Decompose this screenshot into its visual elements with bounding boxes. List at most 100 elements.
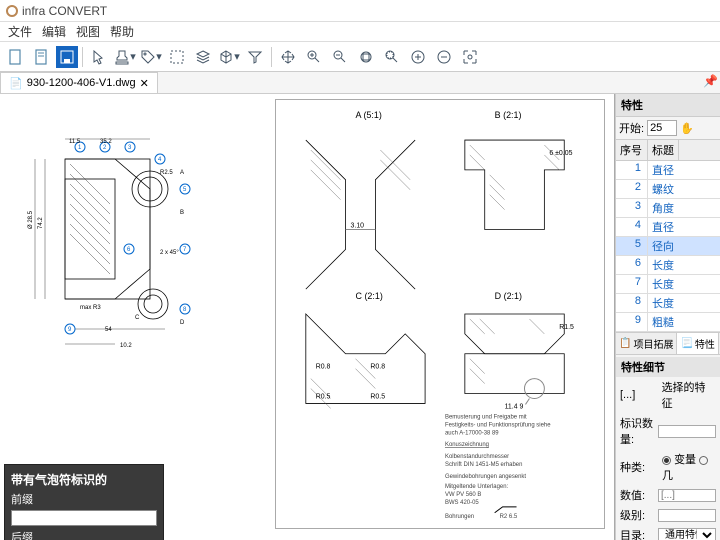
zoom-window-icon[interactable]: [380, 45, 404, 69]
svg-text:B: B: [180, 210, 184, 216]
new-doc-icon[interactable]: [4, 45, 28, 69]
tab-label: 930-1200-406-V1.dwg: [27, 77, 136, 89]
svg-text:6 ±0.05: 6 ±0.05: [549, 150, 572, 157]
svg-text:max R3: max R3: [80, 305, 101, 311]
feature-row[interactable]: 1直径: [616, 161, 720, 180]
panel-tabs: 📋项目拓展 📃特性: [616, 332, 720, 355]
svg-text:Ø 28.5: Ø 28.5: [28, 210, 34, 229]
tag-icon[interactable]: ▾: [139, 45, 163, 69]
svg-text:11.4 9: 11.4 9: [505, 403, 524, 410]
tab-properties[interactable]: 📃特性: [677, 333, 718, 354]
selected-val: 选择的特征: [662, 379, 716, 411]
app-name: infra CONVERT: [22, 4, 107, 18]
menu-help[interactable]: 帮助: [110, 23, 134, 40]
svg-text:C: C: [135, 315, 140, 321]
view3d-icon[interactable]: ▾: [217, 45, 241, 69]
popup-title: 带有气泡符标识的: [11, 471, 157, 488]
kind-label: 种类:: [620, 459, 662, 475]
zoom-extents-icon[interactable]: [458, 45, 482, 69]
balloon-popup: 带有气泡符标识的 前缀 后缀 目录 自动搜索 注释标: 没有注释标: [4, 464, 164, 540]
svg-text:Gewindebohrungen angesenkt: Gewindebohrungen angesenkt: [445, 474, 526, 480]
radio-geom[interactable]: [699, 456, 708, 465]
title-bar: infra CONVERT: [0, 0, 720, 22]
svg-text:11.5: 11.5: [69, 139, 81, 145]
menu-file[interactable]: 文件: [8, 23, 32, 40]
level-input[interactable]: [658, 509, 716, 522]
pointer-icon[interactable]: [87, 45, 111, 69]
value-input[interactable]: [658, 489, 716, 502]
layers-icon[interactable]: [191, 45, 215, 69]
start-input[interactable]: [647, 120, 677, 136]
svg-text:R1.5: R1.5: [559, 324, 574, 331]
app-logo-icon: [6, 5, 18, 17]
open-doc-icon[interactable]: [30, 45, 54, 69]
content-area: 1 2 3 4 5 6 7 8 9 11.535.2 Ø 28.5 74.2 5…: [0, 94, 720, 540]
document-tab[interactable]: 📄 930-1200-406-V1.dwg ✕: [0, 72, 158, 93]
menu-edit[interactable]: 编辑: [42, 23, 66, 40]
detail-a-label: A (5:1): [356, 110, 382, 120]
filter-icon[interactable]: [243, 45, 267, 69]
document-tabs: 📄 930-1200-406-V1.dwg ✕: [0, 72, 720, 94]
stamp-icon[interactable]: ▾: [113, 45, 137, 69]
catalog-select2[interactable]: 通用特性: [658, 528, 716, 540]
count-input[interactable]: [658, 425, 716, 438]
svg-text:Schrift DIN 1451-M5 erhaben: Schrift DIN 1451-M5 erhaben: [445, 462, 522, 468]
pin-icon[interactable]: 📌: [703, 74, 718, 88]
close-tab-icon[interactable]: ✕: [140, 77, 149, 90]
svg-text:74.2: 74.2: [38, 217, 44, 229]
save-icon[interactable]: [56, 46, 78, 68]
feature-row[interactable]: 2螺纹: [616, 180, 720, 199]
svg-text:Kolbenstandurchmesser: Kolbenstandurchmesser: [445, 454, 509, 460]
feature-row[interactable]: 9粗糙: [616, 313, 720, 332]
plus-icon[interactable]: [406, 45, 430, 69]
detail-views: A (5:1) B (2:1) C (2:1) D (2:1) 3.10 6 ±…: [275, 99, 605, 529]
panel-title: 特性: [616, 94, 720, 117]
feature-row[interactable]: 8长度: [616, 294, 720, 313]
svg-text:VW PV 560 B: VW PV 560 B: [445, 492, 481, 498]
tab-project[interactable]: 📋项目拓展: [616, 333, 677, 354]
detail-d-label: D (2:1): [495, 291, 522, 301]
radio-variable[interactable]: [662, 456, 671, 465]
col-num: 序号: [616, 140, 648, 160]
zoom-in-icon[interactable]: [302, 45, 326, 69]
svg-text:3.10: 3.10: [351, 223, 365, 230]
svg-text:2 x 45°: 2 x 45°: [160, 250, 179, 256]
svg-text:R0.8: R0.8: [370, 364, 385, 371]
feature-row[interactable]: 3角度: [616, 199, 720, 218]
hand-icon[interactable]: ✋: [680, 122, 694, 135]
svg-text:R0.5: R0.5: [316, 393, 331, 400]
level-label: 级别:: [620, 507, 658, 523]
pan-icon[interactable]: [276, 45, 300, 69]
select-area-icon[interactable]: [165, 45, 189, 69]
prefix-label: 前缀: [11, 491, 157, 507]
main-drawing: 1 2 3 4 5 6 7 8 9 11.535.2 Ø 28.5 74.2 5…: [5, 99, 265, 369]
svg-text:auch A-17000-38 89: auch A-17000-38 89: [445, 430, 499, 436]
toolbar: ▾ ▾ ▾: [0, 42, 720, 72]
feature-row[interactable]: 6长度: [616, 256, 720, 275]
zoom-fit-icon[interactable]: [354, 45, 378, 69]
minus-icon[interactable]: [432, 45, 456, 69]
kind-radios: 变量 几: [662, 451, 716, 483]
zoom-out-icon[interactable]: [328, 45, 352, 69]
feature-row[interactable]: 4直径: [616, 218, 720, 237]
svg-text:R2 6.5: R2 6.5: [500, 514, 518, 520]
svg-text:D: D: [180, 320, 185, 326]
selected-label: [...]: [620, 389, 662, 401]
properties-panel: 特性 开始: ✋ 序号 标题 1直径2螺纹3角度4直径5径向6长度7长度8长度9…: [615, 94, 720, 540]
feature-row[interactable]: 7长度: [616, 275, 720, 294]
svg-text:Mitgeltende Unterlagen:: Mitgeltende Unterlagen:: [445, 484, 509, 490]
prefix-input[interactable]: [11, 510, 157, 526]
menu-view[interactable]: 视图: [76, 23, 100, 40]
count-label: 标识数量:: [620, 415, 658, 447]
feature-table: 1直径2螺纹3角度4直径5径向6长度7长度8长度9粗糙: [616, 161, 720, 332]
start-label: 开始:: [619, 120, 644, 136]
svg-text:Festigkeits- und Funktionsprüf: Festigkeits- und Funktionsprüfung siehe: [445, 422, 551, 428]
col-title: 标题: [648, 140, 679, 160]
feature-row[interactable]: 5径向: [616, 237, 720, 256]
separator: [82, 47, 83, 67]
suffix-label: 后缀: [11, 529, 157, 540]
drawing-canvas[interactable]: 1 2 3 4 5 6 7 8 9 11.535.2 Ø 28.5 74.2 5…: [0, 94, 615, 540]
svg-text:BWS 420-05: BWS 420-05: [445, 500, 479, 506]
value-label: 数值:: [620, 487, 658, 503]
svg-text:35.2: 35.2: [100, 139, 112, 145]
